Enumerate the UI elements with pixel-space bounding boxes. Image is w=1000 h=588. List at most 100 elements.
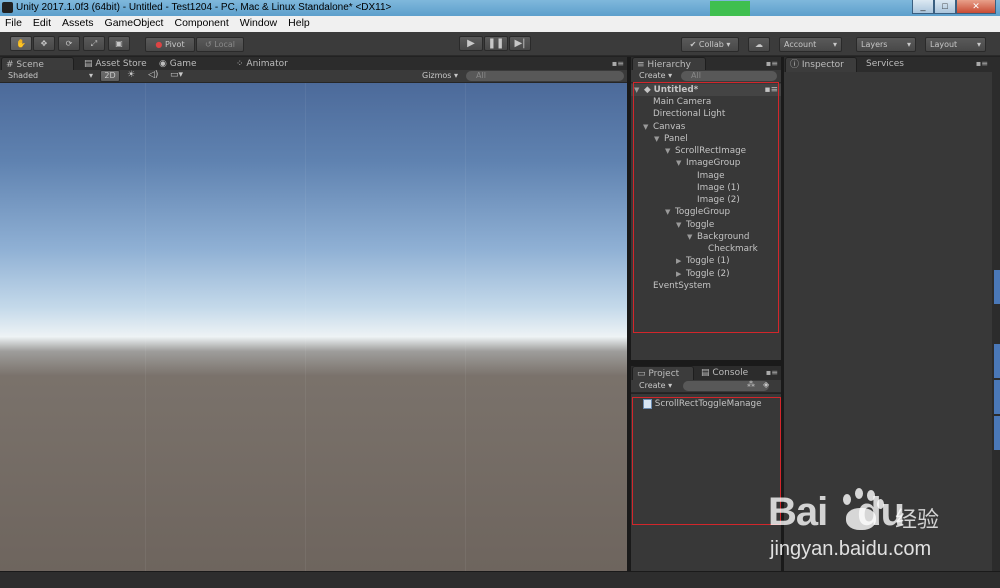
- local-icon: ↺: [205, 40, 212, 49]
- menu-bar: File Edit Assets GameObject Component Wi…: [0, 16, 1000, 32]
- move-tool-button[interactable]: ✥: [33, 36, 55, 51]
- shading-dropdown[interactable]: Shaded: [8, 71, 38, 80]
- step-button[interactable]: ▶|: [509, 36, 531, 51]
- scene-toolbar: Shaded ▾ 2D ☀ ◁) ▭▾ Gizmos ▾ All: [0, 70, 627, 83]
- project-search-input[interactable]: [683, 381, 769, 391]
- panel-menu-icon[interactable]: ▪≡: [766, 59, 778, 68]
- account-dropdown[interactable]: Account ▾: [779, 37, 842, 52]
- tab-services-label: Services: [866, 59, 904, 69]
- menu-gameobject[interactable]: GameObject: [100, 16, 170, 32]
- watermark-brand: Bai du: [768, 490, 905, 534]
- chevron-down-icon: ▾: [726, 40, 731, 49]
- tab-game-label: Game: [169, 59, 197, 69]
- tab-scene-label: Scene: [16, 60, 44, 70]
- rect-tool-button[interactable]: ▣: [108, 36, 130, 51]
- console-icon: ▤: [701, 368, 710, 378]
- menu-edit[interactable]: Edit: [28, 16, 57, 32]
- tab-project[interactable]: ▭ Project: [632, 366, 694, 381]
- animator-icon: ⁘: [236, 59, 244, 69]
- panel-menu-icon[interactable]: ▪≡: [612, 59, 624, 68]
- taskbar-highlight: [710, 1, 750, 16]
- tab-inspector-label: Inspector: [801, 60, 844, 70]
- scene-search-input[interactable]: All: [466, 71, 624, 81]
- game-icon: ◉: [159, 59, 167, 69]
- filter-type-icon[interactable]: ⁂: [747, 380, 755, 389]
- panel-menu-icon[interactable]: ▪≡: [976, 59, 988, 68]
- tab-asset-store-label: Asset Store: [95, 59, 147, 69]
- tab-console-label: Console: [712, 368, 749, 378]
- collab-dropdown[interactable]: ✔ Collab ▾: [681, 37, 739, 52]
- hierarchy-create-dropdown[interactable]: Create ▾: [639, 71, 672, 80]
- minimize-button[interactable]: _: [912, 0, 934, 14]
- tab-console[interactable]: ▤ Console: [697, 366, 757, 381]
- close-button[interactable]: ✕: [956, 0, 996, 14]
- inspector-tabs-bar: ⓘ Inspector Services ▪≡: [784, 57, 1000, 72]
- create-label: Create: [639, 71, 666, 80]
- local-label: Local: [214, 40, 235, 49]
- highlight-box: [633, 82, 779, 333]
- create-label: Create: [639, 381, 666, 390]
- menu-window[interactable]: Window: [235, 16, 283, 32]
- maximize-button[interactable]: □: [934, 0, 956, 14]
- status-bar: [0, 571, 1000, 588]
- main-toolbar: ✋ ✥ ⟳ ⤢ ▣ ● Pivot ↺ Local ▶ ❚❚ ▶| ✔ Coll…: [0, 32, 1000, 56]
- menu-assets[interactable]: Assets: [57, 16, 100, 32]
- scene-viewport[interactable]: [0, 83, 627, 571]
- cloud-icon: ☁: [755, 40, 763, 49]
- hierarchy-search-input[interactable]: All: [681, 71, 777, 81]
- store-icon: ▤: [84, 59, 93, 69]
- layers-dropdown[interactable]: Layers ▾: [856, 37, 916, 52]
- effects-icon[interactable]: ▭▾: [170, 70, 183, 80]
- side-tab[interactable]: [994, 380, 1000, 414]
- panel-menu-icon[interactable]: ▪≡: [766, 368, 778, 377]
- cloud-button[interactable]: ☁: [748, 37, 770, 52]
- layout-label: Layout: [930, 40, 958, 49]
- window-title: Unity 2017.1.0f3 (64bit) - Untitled - Te…: [16, 2, 392, 13]
- chevron-down-icon: ▾: [906, 40, 911, 49]
- lighting-icon[interactable]: ☀: [127, 70, 135, 80]
- rotate-tool-button[interactable]: ⟳: [58, 36, 80, 51]
- scale-icon: ⤢: [90, 39, 98, 48]
- highlight-box: [632, 397, 781, 525]
- side-tab[interactable]: [994, 416, 1000, 450]
- chevron-down-icon: ▾: [89, 71, 94, 80]
- rect-tool-icon: ▣: [115, 39, 123, 48]
- audio-icon[interactable]: ◁): [148, 70, 158, 80]
- project-toolbar: Create ▾ ⁂ ◈: [631, 380, 781, 393]
- pivot-toggle[interactable]: ● Pivot: [145, 37, 195, 52]
- project-create-dropdown[interactable]: Create ▾: [639, 381, 672, 390]
- gizmos-dropdown[interactable]: Gizmos: [422, 71, 451, 80]
- rotate-icon: ⟳: [65, 39, 73, 48]
- tab-project-label: Project: [648, 369, 680, 379]
- play-button[interactable]: ▶: [459, 36, 483, 51]
- tab-animator-label: Animator: [246, 59, 288, 69]
- tab-inspector[interactable]: ⓘ Inspector: [785, 57, 857, 72]
- scale-tool-button[interactable]: ⤢: [83, 36, 105, 51]
- layout-dropdown[interactable]: Layout ▾: [925, 37, 986, 52]
- step-icon: ▶|: [514, 38, 526, 49]
- hierarchy-icon: ≡: [637, 60, 645, 70]
- tab-hierarchy-label: Hierarchy: [647, 60, 691, 70]
- side-tab[interactable]: [994, 270, 1000, 304]
- window-edge: [992, 72, 1000, 571]
- project-tabs-bar: ▭ Project ▤ Console ▪≡: [631, 366, 781, 381]
- window-titlebar: Unity 2017.1.0f3 (64bit) - Untitled - Te…: [0, 0, 1000, 16]
- pivot-icon: ●: [155, 40, 163, 49]
- menu-file[interactable]: File: [0, 16, 28, 32]
- mode-2d-toggle[interactable]: 2D: [100, 70, 120, 82]
- tab-services[interactable]: Services: [862, 57, 922, 72]
- menu-component[interactable]: Component: [169, 16, 234, 32]
- move-icon: ✥: [40, 39, 48, 48]
- watermark-cn: 经验: [895, 508, 940, 533]
- pause-button[interactable]: ❚❚: [484, 36, 508, 51]
- info-icon: ⓘ: [790, 60, 800, 70]
- pause-icon: ❚❚: [487, 38, 505, 49]
- local-toggle[interactable]: ↺ Local: [196, 37, 244, 52]
- side-tab[interactable]: [994, 344, 1000, 378]
- chevron-down-icon: ▾: [454, 71, 459, 80]
- chevron-down-icon: ▾: [832, 40, 837, 49]
- account-label: Account: [784, 40, 817, 49]
- hand-tool-button[interactable]: ✋: [10, 36, 32, 51]
- filter-label-icon[interactable]: ◈: [763, 380, 769, 389]
- menu-help[interactable]: Help: [283, 16, 316, 32]
